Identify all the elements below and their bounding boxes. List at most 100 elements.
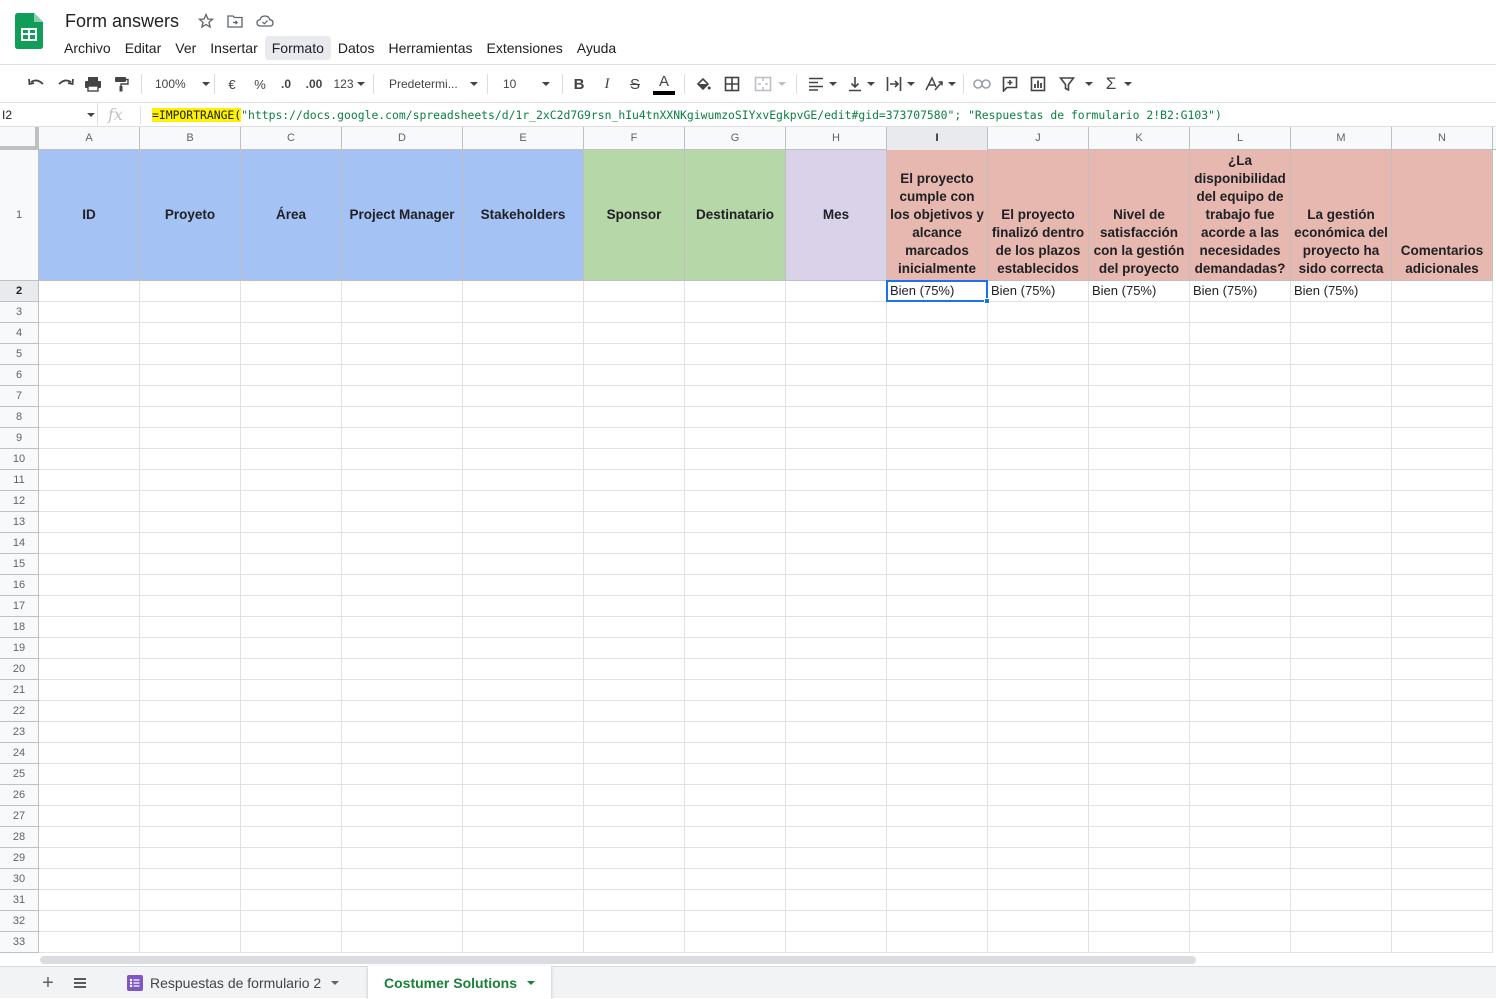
cell-b16[interactable]	[140, 575, 241, 596]
cell-n32[interactable]	[1392, 911, 1493, 932]
sheets-logo-icon[interactable]	[15, 13, 43, 49]
cell-a9[interactable]	[39, 428, 140, 449]
cell-m20[interactable]	[1291, 659, 1392, 680]
cell-i17[interactable]	[887, 596, 988, 617]
cell-n12[interactable]	[1392, 491, 1493, 512]
cell-j8[interactable]	[988, 407, 1089, 428]
cell-d19[interactable]	[342, 638, 463, 659]
cell-g23[interactable]	[685, 722, 786, 743]
header-cell-a[interactable]: ID	[39, 150, 140, 281]
row-header-24[interactable]: 24	[0, 743, 39, 764]
menu-extensiones[interactable]: Extensiones	[479, 36, 569, 60]
cell-m14[interactable]	[1291, 533, 1392, 554]
cell-c7[interactable]	[241, 386, 342, 407]
cell-g4[interactable]	[685, 323, 786, 344]
cell-l17[interactable]	[1190, 596, 1291, 617]
cell-e14[interactable]	[463, 533, 584, 554]
cell-e30[interactable]	[463, 869, 584, 890]
cell-f13[interactable]	[584, 512, 685, 533]
cell-d26[interactable]	[342, 785, 463, 806]
cell-i27[interactable]	[887, 806, 988, 827]
cell-d29[interactable]	[342, 848, 463, 869]
cell-d31[interactable]	[342, 890, 463, 911]
column-header-a[interactable]: A	[39, 127, 140, 150]
merge-cells-icon[interactable]	[751, 73, 789, 95]
row-header-28[interactable]: 28	[0, 827, 39, 848]
select-all-corner[interactable]	[0, 127, 39, 150]
row-header-21[interactable]: 21	[0, 680, 39, 701]
cell-a26[interactable]	[39, 785, 140, 806]
cell-f31[interactable]	[584, 890, 685, 911]
cell-l15[interactable]	[1190, 554, 1291, 575]
cell-k26[interactable]	[1089, 785, 1190, 806]
cell-a4[interactable]	[39, 323, 140, 344]
cell-g30[interactable]	[685, 869, 786, 890]
cell-g8[interactable]	[685, 407, 786, 428]
insert-chart-icon[interactable]	[1027, 73, 1049, 95]
vertical-align-icon[interactable]	[845, 73, 877, 95]
name-box-dropdown-icon[interactable]	[87, 113, 95, 117]
cell-i29[interactable]	[887, 848, 988, 869]
menu-insertar[interactable]: Insertar	[203, 36, 264, 60]
cell-c26[interactable]	[241, 785, 342, 806]
cell-d5[interactable]	[342, 344, 463, 365]
cell-b23[interactable]	[140, 722, 241, 743]
cell-b32[interactable]	[140, 911, 241, 932]
row-header-20[interactable]: 20	[0, 659, 39, 680]
cell-i14[interactable]	[887, 533, 988, 554]
cell-c5[interactable]	[241, 344, 342, 365]
cell-g31[interactable]	[685, 890, 786, 911]
cell-b20[interactable]	[140, 659, 241, 680]
cell-j17[interactable]	[988, 596, 1089, 617]
cell-l32[interactable]	[1190, 911, 1291, 932]
cell-h18[interactable]	[786, 617, 887, 638]
cell-h19[interactable]	[786, 638, 887, 659]
cell-f3[interactable]	[584, 302, 685, 323]
cell-e5[interactable]	[463, 344, 584, 365]
cell-a16[interactable]	[39, 575, 140, 596]
cell-l31[interactable]	[1190, 890, 1291, 911]
cell-i10[interactable]	[887, 449, 988, 470]
row-header-13[interactable]: 13	[0, 512, 39, 533]
text-color-button[interactable]: A	[652, 73, 676, 95]
row-header-1[interactable]: 1	[0, 150, 39, 281]
cell-d9[interactable]	[342, 428, 463, 449]
cell-k33[interactable]	[1089, 932, 1190, 953]
cell-e6[interactable]	[463, 365, 584, 386]
cell-l2[interactable]: Bien (75%)	[1190, 281, 1291, 302]
cell-f32[interactable]	[584, 911, 685, 932]
cell-n3[interactable]	[1392, 302, 1493, 323]
cell-b28[interactable]	[140, 827, 241, 848]
font-family-select[interactable]: Predetermi...	[382, 73, 480, 95]
cell-e22[interactable]	[463, 701, 584, 722]
cell-c15[interactable]	[241, 554, 342, 575]
cell-d15[interactable]	[342, 554, 463, 575]
font-size-select[interactable]: 10	[495, 73, 555, 95]
filter-icon[interactable]	[1056, 73, 1096, 95]
sheet-tab-respuestas[interactable]: Respuestas de formulario 2	[110, 967, 355, 999]
cell-f20[interactable]	[584, 659, 685, 680]
cell-g29[interactable]	[685, 848, 786, 869]
cell-l5[interactable]	[1190, 344, 1291, 365]
cell-f24[interactable]	[584, 743, 685, 764]
menu-herramientas[interactable]: Herramientas	[381, 36, 479, 60]
cell-j21[interactable]	[988, 680, 1089, 701]
cell-d7[interactable]	[342, 386, 463, 407]
cell-f17[interactable]	[584, 596, 685, 617]
cell-f27[interactable]	[584, 806, 685, 827]
column-header-i[interactable]: I	[887, 127, 988, 150]
cell-m33[interactable]	[1291, 932, 1392, 953]
cell-h16[interactable]	[786, 575, 887, 596]
cell-f28[interactable]	[584, 827, 685, 848]
cell-m4[interactable]	[1291, 323, 1392, 344]
cell-m6[interactable]	[1291, 365, 1392, 386]
cell-e25[interactable]	[463, 764, 584, 785]
cell-i32[interactable]	[887, 911, 988, 932]
cell-l6[interactable]	[1190, 365, 1291, 386]
cell-d4[interactable]	[342, 323, 463, 344]
row-header-33[interactable]: 33	[0, 932, 39, 953]
cell-h32[interactable]	[786, 911, 887, 932]
row-header-7[interactable]: 7	[0, 386, 39, 407]
row-header-4[interactable]: 4	[0, 323, 39, 344]
cell-g9[interactable]	[685, 428, 786, 449]
